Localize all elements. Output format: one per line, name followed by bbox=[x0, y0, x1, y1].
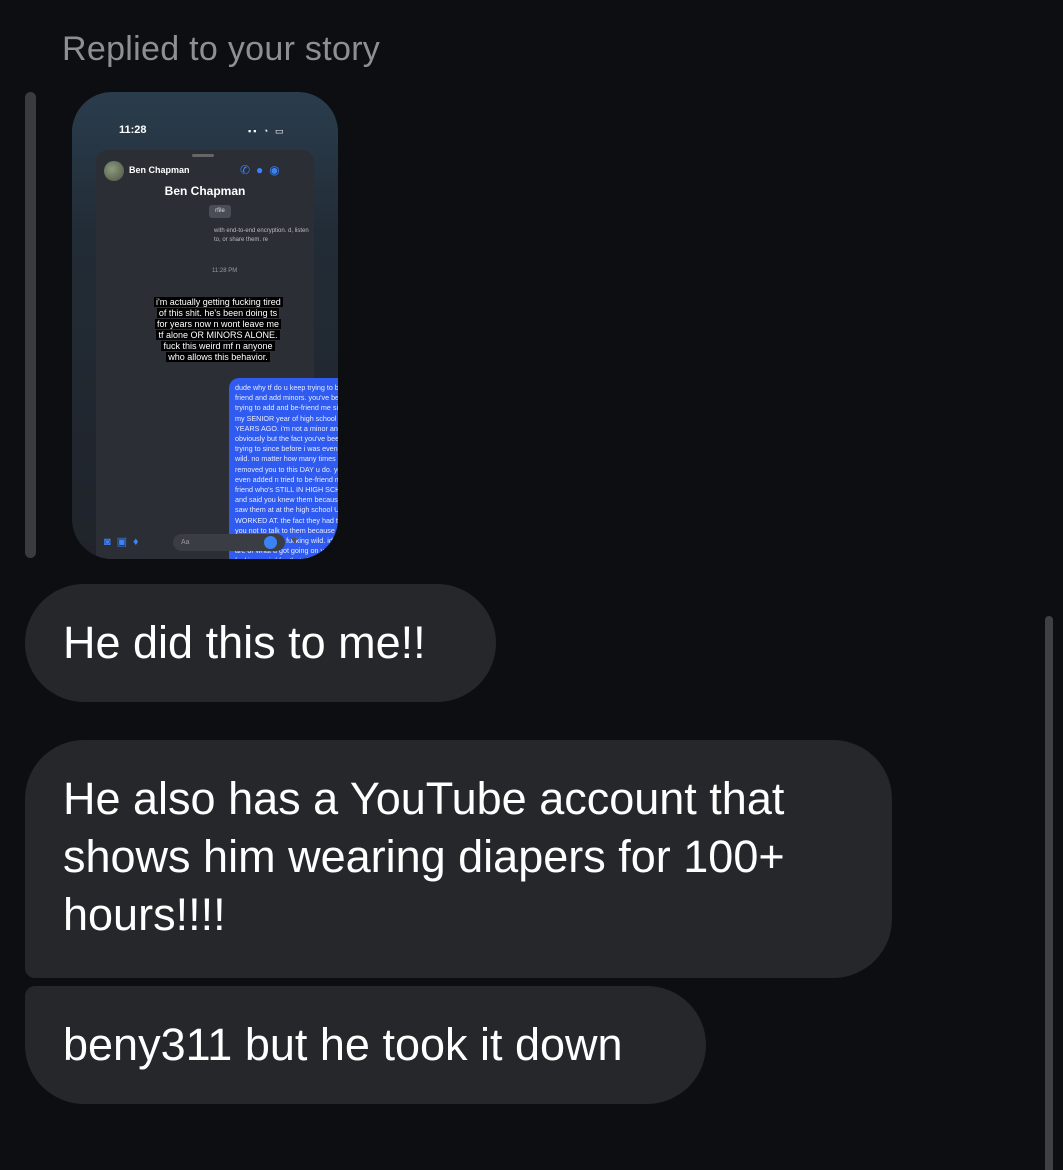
story-caption: i'm actually getting fucking tired of th… bbox=[154, 297, 283, 362]
signal-wifi-battery-icon: ▪▪ ◔ ▭ bbox=[248, 126, 286, 136]
message-bubble[interactable]: beny311 but he took it down bbox=[25, 986, 706, 1104]
story-reply-bar bbox=[25, 92, 36, 558]
emoji-icon bbox=[264, 536, 277, 549]
view-profile-chip: rfile bbox=[209, 205, 231, 218]
avatar bbox=[104, 161, 124, 181]
message-timestamp: 11:28 PM bbox=[212, 268, 238, 274]
sheet-handle bbox=[192, 154, 214, 157]
call-video-icons: ✆●◉ bbox=[240, 163, 286, 177]
contact-name: Ben Chapman bbox=[129, 165, 190, 175]
story-thumbnail[interactable]: 11:28 ▪▪ ◔ ▭ Ben Chapman ✆●◉ Ben Chapman… bbox=[72, 92, 338, 559]
dm-thread: Replied to your story 11:28 ▪▪ ◔ ▭ Ben C… bbox=[0, 0, 1063, 1170]
message-bubble[interactable]: He did this to me!! bbox=[25, 584, 496, 702]
encryption-note: with end-to-end encryption. d, listen to… bbox=[214, 228, 309, 243]
camera-photo-mic-icons: ◙▣♦ bbox=[104, 536, 145, 548]
messenger-title: Ben Chapman bbox=[164, 184, 246, 198]
phone-status-bar: 11:28 ▪▪ ◔ ▭ bbox=[72, 116, 338, 136]
scrollbar[interactable] bbox=[1045, 616, 1053, 1170]
send-icon: ▼ bbox=[289, 535, 300, 547]
phone-time: 11:28 bbox=[119, 124, 147, 136]
messenger-header: Ben Chapman ✆●◉ bbox=[104, 161, 309, 183]
message-bubble[interactable]: He also has a YouTube account that shows… bbox=[25, 740, 892, 978]
messenger-composer: ◙▣♦ Aa ▼ bbox=[72, 532, 338, 554]
replied-to-story-label: Replied to your story bbox=[62, 30, 381, 68]
